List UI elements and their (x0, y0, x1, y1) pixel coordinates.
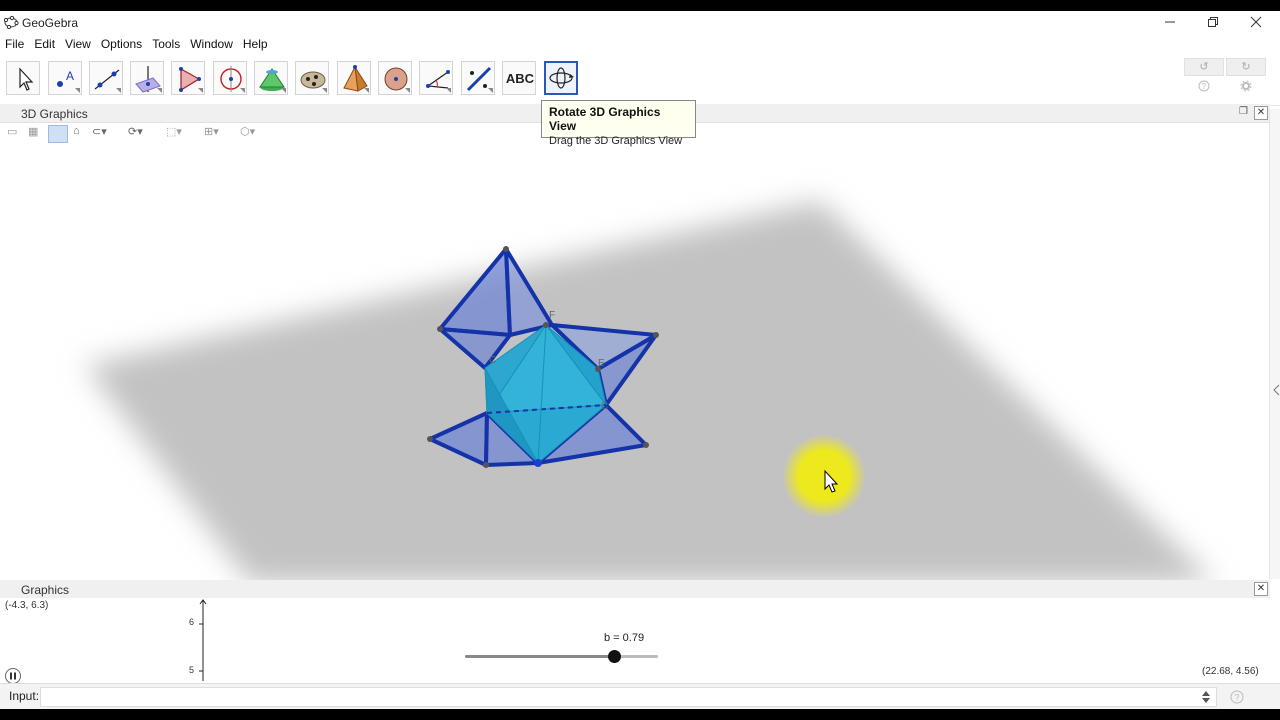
label-c-left: C (489, 355, 496, 366)
sphere-center-tool-button[interactable] (378, 61, 412, 95)
rotate-view-tool-button[interactable] (544, 61, 578, 95)
vertex-point-blue[interactable] (534, 459, 542, 467)
geogebra-logo-icon (3, 15, 19, 30)
vertex[interactable] (543, 322, 549, 328)
gear-icon[interactable] (1240, 80, 1252, 92)
view3d-canvas[interactable]: F E C C (0, 143, 1270, 580)
input-history-icon[interactable] (1201, 690, 1211, 704)
bottom-right-coords: (22.68, 4.56) (1202, 666, 1259, 677)
tool-tooltip: Rotate 3D Graphics View Drag the 3D Grap… (541, 100, 696, 147)
vertex[interactable] (643, 442, 649, 448)
projection-dropdown-icon[interactable]: ⬡▾ (240, 125, 255, 141)
slider-fill (465, 655, 615, 658)
view3d-title: 3D Graphics (21, 107, 88, 121)
restore-icon (1208, 17, 1218, 27)
label-e: E (598, 358, 605, 369)
menu-bar: File Edit View Options Tools Window Help (0, 33, 1280, 53)
polygon-tool-button[interactable] (171, 61, 205, 95)
cursor-highlight (782, 434, 866, 518)
circle-tool-button[interactable] (213, 61, 247, 95)
pyramid-tool-button[interactable] (337, 61, 371, 95)
xy-plane (85, 201, 1212, 580)
text-tool-icon: ABC (505, 71, 535, 86)
axis-tick-6: 6 (189, 617, 195, 627)
text-tool-button[interactable]: ABC (502, 61, 536, 95)
animation-dropdown-icon[interactable]: ⟳▾ (128, 125, 143, 141)
minimize-button[interactable] (1148, 11, 1192, 33)
menu-help[interactable]: Help (238, 33, 273, 53)
move-tool-button[interactable] (6, 61, 40, 95)
menu-file[interactable]: File (0, 33, 29, 53)
graphics-header[interactable]: Graphics ✕ (0, 580, 1270, 599)
menu-window[interactable]: Window (185, 33, 238, 53)
maximize-view-icon[interactable]: ❐ (1239, 106, 1248, 117)
menu-edit[interactable]: Edit (29, 33, 60, 53)
svg-text:?: ? (1235, 693, 1240, 703)
menu-options[interactable]: Options (96, 33, 147, 53)
undo-button[interactable]: ↺ (1184, 58, 1224, 76)
cone-tool-button[interactable] (254, 61, 288, 95)
vertex[interactable] (503, 246, 509, 252)
title-bar: GeoGebra (0, 11, 1280, 33)
input-label: Input: (9, 689, 40, 703)
move-tool-icon (19, 67, 34, 91)
clipping-dropdown-icon[interactable]: ⊞▾ (204, 125, 219, 141)
input-field[interactable] (40, 687, 1217, 707)
close-view3d-button[interactable]: ✕ (1254, 106, 1268, 120)
perpendicular-line-tool-button[interactable] (130, 61, 164, 95)
grid-toggle-icon[interactable]: ▦ (28, 125, 38, 141)
window-title: GeoGebra (22, 16, 79, 30)
pause-icon (10, 672, 16, 680)
view-direction-dropdown-icon[interactable]: ⬚▾ (166, 125, 182, 141)
rotate-dropdown-icon[interactable]: ⊂▾ (92, 125, 107, 141)
axes-toggle-icon[interactable]: ▭ (7, 125, 17, 141)
close-window-button[interactable] (1234, 11, 1278, 33)
bottom-strip (0, 709, 1280, 720)
redo-button[interactable]: ↻ (1226, 58, 1266, 76)
play-pause-button[interactable] (5, 668, 21, 684)
restore-button[interactable] (1191, 11, 1235, 33)
minimize-icon (1165, 21, 1175, 23)
slider-handle[interactable] (608, 650, 621, 663)
rotate-view-tool-icon (549, 67, 574, 89)
vertex[interactable] (653, 332, 659, 338)
slider-label: b = 0.79 (604, 632, 645, 644)
line-tool-button[interactable] (89, 61, 123, 95)
toolbar: A ABC ↺ ↻ ? (0, 53, 1280, 106)
plane-toggle-icon[interactable] (48, 125, 68, 143)
angle-tool-button[interactable] (419, 61, 453, 95)
svg-text:A: A (66, 69, 74, 83)
label-f: F (549, 310, 555, 321)
vertex[interactable] (483, 462, 489, 468)
svg-text:?: ? (1202, 82, 1207, 91)
axis-tick-5: 5 (189, 665, 195, 675)
menu-view[interactable]: View (60, 33, 96, 53)
y-axis (199, 599, 207, 681)
input-bar: Input: ? (0, 683, 1280, 709)
menu-tools[interactable]: Tools (147, 33, 185, 53)
tooltip-description: Drag the 3D Graphics View (549, 135, 683, 147)
vertex[interactable] (437, 326, 443, 332)
reflect-tool-button[interactable] (461, 61, 495, 95)
close-graphics-button[interactable]: ✕ (1254, 582, 1268, 596)
home-icon[interactable]: ⌂ (73, 125, 80, 141)
input-help-icon[interactable]: ? (1230, 690, 1244, 704)
vertex[interactable] (427, 436, 433, 442)
sphere-tool-button[interactable] (295, 61, 329, 95)
top-left-coords: (-4.3, 6.3) (5, 600, 49, 611)
graphics-canvas[interactable]: (-4.3, 6.3) (22.68, 4.56) 6 5 b = 0.79 (0, 598, 1270, 684)
slider-b[interactable] (465, 650, 658, 664)
side-arrow-icon[interactable] (1272, 384, 1280, 396)
scene-3d[interactable]: F E C C (0, 143, 1270, 580)
graphics-title: Graphics (21, 583, 70, 597)
close-icon (1250, 16, 1262, 28)
tooltip-title: Rotate 3D Graphics View (549, 105, 661, 133)
help-icon[interactable]: ? (1198, 80, 1210, 92)
right-panel-edge[interactable] (1269, 109, 1280, 579)
label-c-right: C (601, 401, 608, 412)
geogebra-window: GeoGebra File Edit View Options Tools Wi… (0, 11, 1280, 709)
point-tool-button[interactable]: A (48, 61, 82, 95)
